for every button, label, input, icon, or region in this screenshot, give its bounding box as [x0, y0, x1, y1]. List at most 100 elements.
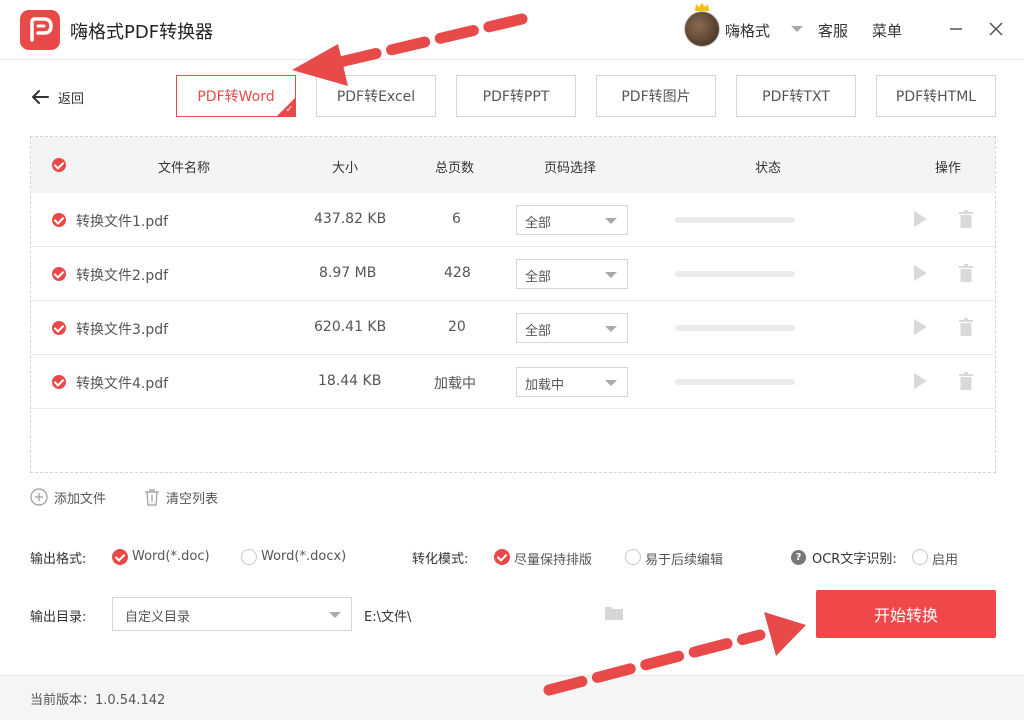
trash-icon[interactable]	[958, 371, 974, 391]
progress-bar	[675, 325, 795, 331]
output-dir-value: 自定义目录	[125, 610, 191, 625]
table-row: 转换文件2.pdf 8.97 MB 428 全部	[31, 247, 995, 301]
page-range-value: 加载中	[525, 378, 565, 393]
row-checkbox[interactable]	[52, 375, 66, 389]
format-doc-label[interactable]: Word(*.doc)	[132, 549, 210, 564]
tab-label: PDF转PPT	[482, 89, 550, 105]
ocr-enable-radio[interactable]	[912, 549, 928, 565]
file-size: 437.82 KB	[314, 211, 387, 227]
page-count: 加载中	[434, 376, 476, 392]
header-size: 大小	[332, 161, 359, 176]
avatar[interactable]	[684, 11, 720, 47]
tab-pdf-to-word[interactable]: PDF转Word ✓	[176, 75, 296, 117]
mode-keep-layout-radio[interactable]	[494, 549, 510, 565]
header-name: 文件名称	[158, 161, 211, 176]
help-icon[interactable]: ?	[791, 550, 806, 565]
table-row: 转换文件4.pdf 18.44 KB 加载中 加载中	[31, 355, 995, 409]
format-docx-label[interactable]: Word(*.docx)	[261, 549, 346, 564]
title-bar: 嗨格式PDF转换器 嗨格式 客服 菜单	[0, 0, 1024, 60]
add-file-button[interactable]: 添加文件	[30, 488, 107, 507]
progress-bar	[675, 379, 795, 385]
file-name: 转换文件2.pdf	[76, 268, 169, 284]
play-icon[interactable]	[911, 209, 929, 229]
output-dir-label: 输出目录:	[30, 610, 87, 625]
service-link[interactable]: 客服	[818, 20, 848, 41]
chevron-down-icon	[605, 272, 617, 278]
file-name: 转换文件4.pdf	[76, 376, 169, 392]
header-pages: 总页数	[435, 161, 475, 176]
page-range-select[interactable]: 全部	[516, 313, 628, 343]
app-title: 嗨格式PDF转换器	[70, 22, 214, 43]
page-range-select[interactable]: 加载中	[516, 367, 628, 397]
mode-easy-edit-label[interactable]: 易于后续编辑	[645, 549, 723, 568]
mode-easy-edit-radio[interactable]	[625, 549, 641, 565]
chevron-down-icon	[605, 326, 617, 332]
arrow-left-icon	[32, 90, 49, 104]
format-doc-radio[interactable]	[112, 549, 128, 565]
back-label: 返回	[58, 91, 85, 107]
tab-pdf-to-ppt[interactable]: PDF转PPT	[456, 75, 576, 117]
tab-label: PDF转HTML	[895, 89, 977, 105]
file-name: 转换文件1.pdf	[76, 214, 169, 230]
back-button[interactable]: 返回	[30, 86, 84, 108]
play-icon[interactable]	[911, 317, 929, 337]
file-size: 620.41 KB	[314, 319, 387, 335]
page-count: 20	[448, 319, 466, 335]
chevron-down-icon	[605, 380, 617, 386]
progress-bar	[675, 217, 795, 223]
table-row: 转换文件3.pdf 620.41 KB 20 全部	[31, 301, 995, 355]
file-size: 18.44 KB	[318, 373, 382, 389]
file-name: 转换文件3.pdf	[76, 322, 169, 338]
tab-label: PDF转Word	[197, 89, 275, 105]
mode-keep-layout-label[interactable]: 尽量保持排版	[514, 549, 592, 568]
page-range-value: 全部	[525, 216, 552, 231]
output-dir-select[interactable]: 自定义目录	[112, 597, 352, 631]
table-row: 转换文件1.pdf 437.82 KB 6 全部	[31, 193, 995, 247]
app-logo-icon	[20, 10, 60, 50]
minimize-icon[interactable]	[945, 18, 967, 40]
clear-list-label: 清空列表	[166, 491, 219, 507]
trash-icon	[145, 489, 159, 506]
header-page-range: 页码选择	[544, 161, 597, 176]
folder-icon[interactable]	[604, 605, 624, 621]
output-format-label: 输出格式:	[30, 552, 87, 567]
page-range-select[interactable]: 全部	[516, 259, 628, 289]
page-range-value: 全部	[525, 270, 552, 285]
tab-pdf-to-html[interactable]: PDF转HTML	[876, 75, 996, 117]
play-icon[interactable]	[911, 371, 929, 391]
header-status: 状态	[755, 161, 782, 176]
select-all-checkbox[interactable]	[52, 158, 66, 172]
user-dropdown-icon[interactable]	[791, 26, 803, 32]
add-file-label: 添加文件	[54, 491, 107, 507]
tab-pdf-to-excel[interactable]: PDF转Excel	[316, 75, 436, 117]
chevron-down-icon	[329, 612, 341, 618]
file-table: 文件名称 大小 总页数 页码选择 状态 操作 转换文件1.pdf 437.82 …	[30, 136, 996, 473]
row-checkbox[interactable]	[52, 321, 66, 335]
checkmark-icon: ✓	[285, 105, 293, 115]
trash-icon[interactable]	[958, 209, 974, 229]
play-icon[interactable]	[911, 263, 929, 283]
plus-circle-icon	[30, 488, 48, 506]
clear-list-button[interactable]: 清空列表	[144, 488, 219, 507]
tab-pdf-to-txt[interactable]: PDF转TXT	[736, 75, 856, 117]
ocr-enable-label[interactable]: 启用	[932, 549, 958, 568]
menu-link[interactable]: 菜单	[872, 20, 902, 41]
page-count: 6	[452, 211, 461, 227]
trash-icon[interactable]	[958, 317, 974, 337]
header-ops: 操作	[935, 161, 962, 176]
status-bar: 当前版本：1.0.54.142	[0, 675, 1024, 720]
trash-icon[interactable]	[958, 263, 974, 283]
tab-label: PDF转图片	[621, 89, 691, 105]
start-convert-button[interactable]: 开始转换	[816, 590, 996, 638]
chevron-down-icon	[605, 218, 617, 224]
row-checkbox[interactable]	[52, 267, 66, 281]
page-range-select[interactable]: 全部	[516, 205, 628, 235]
row-checkbox[interactable]	[52, 213, 66, 227]
conversion-mode-label: 转化模式:	[412, 552, 469, 567]
close-icon[interactable]	[985, 18, 1007, 40]
user-name[interactable]: 嗨格式	[725, 20, 770, 41]
file-size: 8.97 MB	[319, 265, 377, 281]
version-text: 当前版本：1.0.54.142	[30, 693, 166, 708]
format-docx-radio[interactable]	[241, 549, 257, 565]
tab-pdf-to-image[interactable]: PDF转图片	[596, 75, 716, 117]
